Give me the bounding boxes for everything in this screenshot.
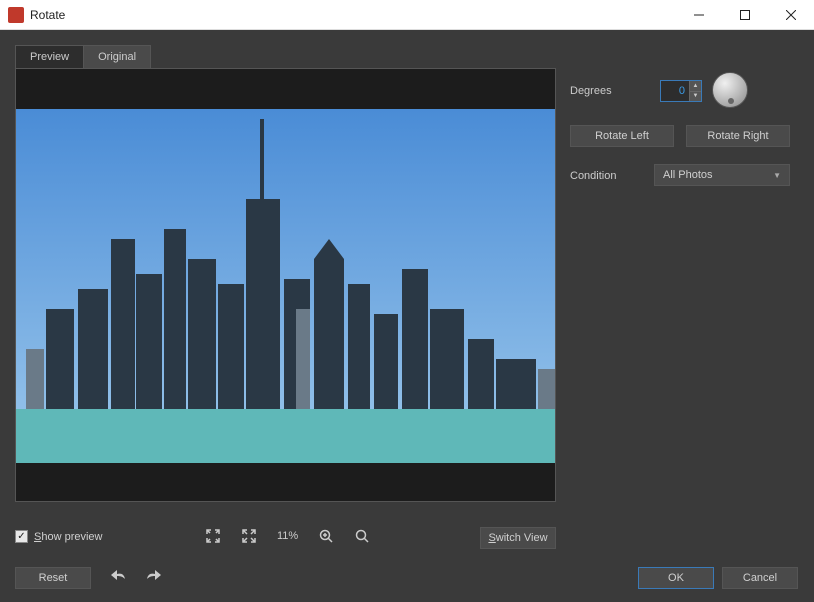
condition-label: Condition [570,170,616,182]
window-title: Rotate [30,8,676,22]
condition-select[interactable]: All Photos ▼ [654,164,790,186]
spinner-arrows: ▲ ▼ [689,81,701,101]
redo-icon[interactable] [146,567,162,583]
tab-bar: Preview Original [15,45,151,69]
zoom-in-icon[interactable] [318,528,334,544]
show-preview-checkbox[interactable]: ✓ Show preview [15,530,102,543]
rotate-right-button[interactable]: Rotate Right [686,125,790,147]
fit-screen-icon[interactable] [205,528,221,544]
title-bar: Rotate [0,0,814,30]
spinner-up-icon[interactable]: ▲ [689,81,701,91]
minimize-button[interactable] [676,0,722,30]
zoom-out-icon[interactable] [354,528,370,544]
show-preview-label: Show preview [34,531,102,543]
rotation-knob[interactable] [712,72,748,108]
tab-original[interactable]: Original [84,45,151,69]
dropdown-icon: ▼ [773,171,781,180]
reset-button[interactable]: Reset [15,567,91,589]
zoom-percent[interactable]: 11% [277,530,298,542]
maximize-button[interactable] [722,0,768,30]
degrees-input[interactable] [661,81,689,101]
spinner-down-icon[interactable]: ▼ [689,91,701,102]
zoom-toolbar: 11% [205,528,370,544]
rotate-left-button[interactable]: Rotate Left [570,125,674,147]
degrees-label: Degrees [570,85,612,97]
switch-view-button[interactable]: Switch View [480,527,556,549]
condition-value: All Photos [663,169,713,181]
actual-size-icon[interactable] [241,528,257,544]
preview-frame[interactable] [15,68,556,502]
tab-preview[interactable]: Preview [15,45,84,69]
app-icon [8,7,24,23]
preview-image [16,109,556,463]
undo-icon[interactable] [110,567,126,583]
degrees-spinner[interactable]: ▲ ▼ [660,80,702,102]
cancel-button[interactable]: Cancel [722,567,798,589]
ok-button[interactable]: OK [638,567,714,589]
dialog-body: Preview Original [0,30,814,602]
undo-redo-toolbar [110,567,162,583]
checkbox-icon: ✓ [15,530,28,543]
close-button[interactable] [768,0,814,30]
